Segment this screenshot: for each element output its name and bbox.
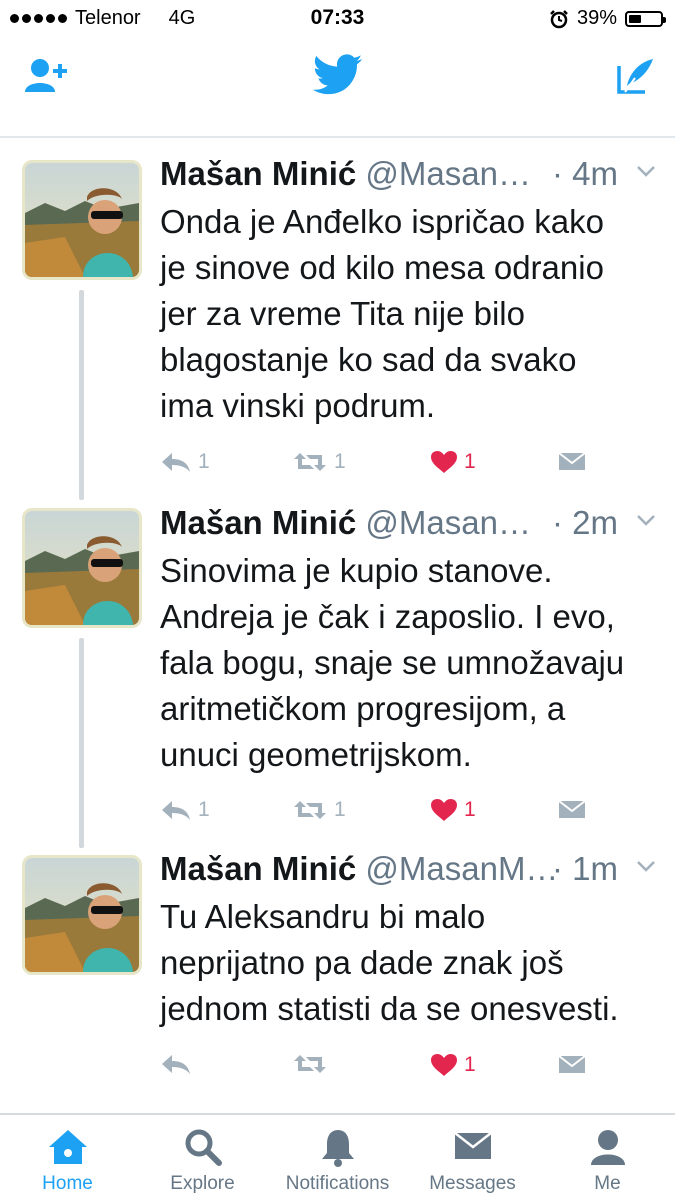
chevron-down-icon[interactable] [634, 159, 658, 183]
tweet-text: Onda je Anđelko ispričao kako je sinove … [160, 199, 660, 429]
tweet-line: blagostanje ko sad da svako [160, 341, 577, 378]
tweet-actions: 1 1 1 [160, 450, 640, 480]
battery-percent: 39% [576, 7, 617, 29]
reply-button[interactable] [160, 1053, 198, 1075]
tweet[interactable]: Mašan Minić @Masan… · 4m Onda je Anđelko… [0, 155, 675, 495]
compose-tweet-icon[interactable] [615, 56, 655, 101]
search-icon [135, 1127, 270, 1167]
retweet-icon [294, 801, 326, 819]
retweet-count: 1 [334, 798, 346, 821]
retweet-button[interactable]: 1 [292, 798, 346, 822]
like-count: 1 [464, 798, 476, 821]
chevron-down-icon[interactable] [634, 508, 658, 532]
tweet-line: Onda je Anđelko ispričao kako [160, 203, 604, 240]
tweet-actions: 1 1 1 [160, 798, 640, 828]
bottom-tab-bar: Home Explore Notifications Messages Me [0, 1113, 675, 1202]
retweet-button[interactable]: 1 [292, 450, 346, 474]
tweet-time: · 4m [552, 155, 618, 192]
tab-home[interactable]: Home [0, 1115, 135, 1202]
status-right: 39% [549, 7, 666, 30]
twitter-bird-icon[interactable] [312, 54, 363, 101]
add-user-icon[interactable] [24, 58, 70, 99]
reply-button[interactable]: 1 [160, 450, 210, 474]
author-handle[interactable]: @Masan… [365, 504, 531, 541]
like-count: 1 [464, 1053, 476, 1076]
tweet-line: jednom statisti da se onesvesti. [160, 990, 619, 1027]
retweet-count: 1 [334, 450, 346, 473]
reply-count: 1 [198, 450, 210, 473]
tweet-line: fala bogu, snaje se umnožavaju [160, 644, 625, 681]
tab-messages[interactable]: Messages [405, 1115, 540, 1202]
retweet-button[interactable] [292, 1053, 334, 1075]
tweet-text: Sinovima je kupio stanove. Andreja je ča… [160, 548, 660, 778]
tab-explore[interactable]: Explore [135, 1115, 270, 1202]
retweet-icon [294, 1055, 326, 1073]
tweet-header: Mašan Minić @Masan… · 4m [160, 155, 660, 195]
status-bar: Telenor 4G 07:33 39% [0, 0, 675, 38]
direct-message-button[interactable] [558, 450, 586, 472]
author-handle[interactable]: @MasanM… [365, 850, 558, 887]
envelope-icon [405, 1127, 540, 1167]
like-button[interactable]: 1 [430, 1053, 476, 1077]
tab-notifications[interactable]: Notifications [270, 1115, 405, 1202]
tweet-header: Mašan Minić @MasanM… · 1m [160, 850, 660, 890]
tab-label: Messages [429, 1173, 516, 1194]
tab-me[interactable]: Me [540, 1115, 675, 1202]
avatar[interactable] [22, 855, 142, 975]
tab-label: Notifications [285, 1173, 390, 1194]
author-handle[interactable]: @Masan… [365, 155, 531, 192]
like-button[interactable]: 1 [430, 450, 476, 474]
tab-label: Home [42, 1173, 93, 1194]
tweet-header: Mašan Minić @Masan… · 2m [160, 504, 660, 544]
reply-icon [162, 1055, 190, 1074]
retweet-icon [294, 453, 326, 471]
alarm-icon [550, 9, 568, 28]
author-name[interactable]: Mašan Minić [160, 155, 356, 192]
tweet-line: ima vinski podrum. [160, 387, 436, 424]
reply-count: 1 [198, 798, 210, 821]
reply-button[interactable]: 1 [160, 798, 210, 822]
author-name[interactable]: Mašan Minić [160, 504, 356, 541]
tweet-line: jer za vreme Tita nije bilo [160, 295, 525, 332]
envelope-icon [558, 800, 586, 818]
tweet-line: aritmetičkom progresijom, a [160, 690, 566, 727]
tweet-text: Tu Aleksandru bi malo neprijatno pa dade… [160, 894, 660, 1032]
tweet-line: Sinovima je kupio stanove. [160, 552, 553, 589]
top-nav-bar [0, 38, 675, 116]
tweet-time: · 1m [552, 850, 618, 887]
tweet-line: je sinove od kilo mesa odranio [160, 249, 604, 286]
bell-icon [270, 1127, 405, 1167]
reply-icon [162, 801, 190, 820]
tweet-time: · 2m [552, 504, 618, 541]
tab-label: Explore [170, 1173, 235, 1194]
tweet[interactable]: Mašan Minić @MasanM… · 1m Tu Aleksandru … [0, 850, 675, 1100]
avatar[interactable] [22, 508, 142, 628]
direct-message-button[interactable] [558, 798, 586, 820]
nav-divider [0, 136, 675, 138]
chevron-down-icon[interactable] [634, 854, 658, 878]
avatar[interactable] [22, 160, 142, 280]
heart-icon [431, 451, 457, 473]
reply-icon [162, 453, 190, 472]
tweet-line: neprijatno pa dade znak još [160, 944, 564, 981]
home-icon [0, 1127, 135, 1167]
heart-icon [431, 799, 457, 821]
envelope-icon [558, 1055, 586, 1073]
like-count: 1 [464, 450, 476, 473]
author-name[interactable]: Mašan Minić [160, 850, 356, 887]
battery-icon [625, 10, 666, 27]
heart-icon [431, 1054, 457, 1076]
like-button[interactable]: 1 [430, 798, 476, 822]
tweet-line: Andreja je čak i zaposlio. I evo, [160, 598, 615, 635]
tweet-actions: 1 [160, 1053, 640, 1083]
tab-label: Me [594, 1173, 621, 1194]
envelope-icon [558, 452, 586, 470]
profile-icon [540, 1127, 675, 1167]
tweet-line: unuci geometrijskom. [160, 736, 472, 773]
tweet[interactable]: Mašan Minić @Masan… · 2m Sinovima je kup… [0, 504, 675, 844]
battery-fill [629, 14, 641, 23]
tweet-line: Tu Aleksandru bi malo [160, 898, 486, 935]
direct-message-button[interactable] [558, 1053, 586, 1075]
